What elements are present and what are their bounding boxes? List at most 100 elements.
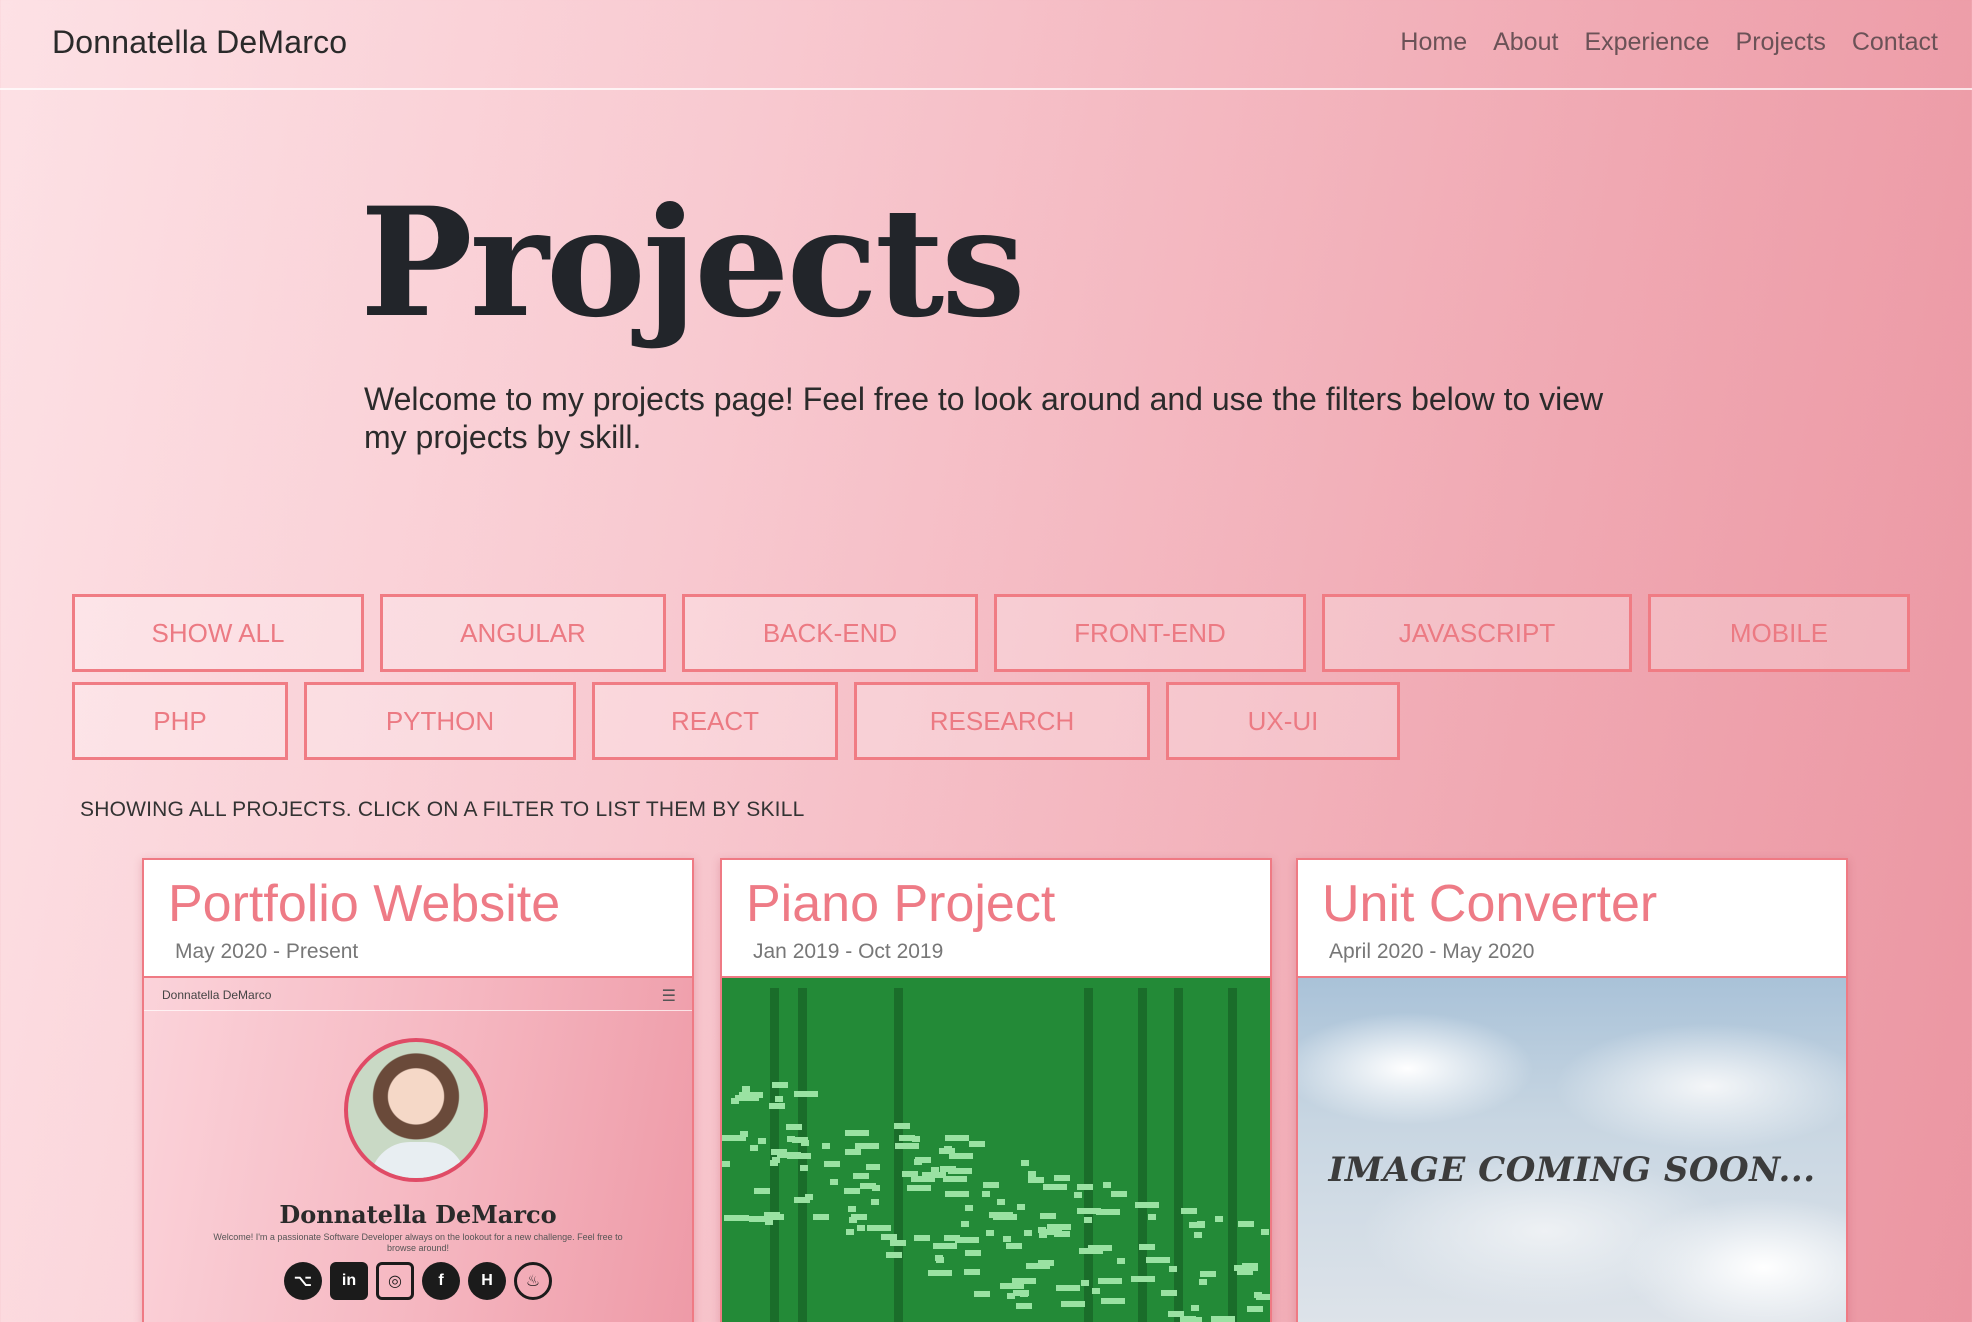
piano-note [1098, 1278, 1122, 1284]
filter-javascript[interactable]: JAVASCRIPT [1322, 594, 1632, 672]
linkedin-icon: in [330, 1262, 368, 1300]
piano-note [1003, 1236, 1011, 1242]
piano-note [754, 1188, 770, 1194]
filter-research[interactable]: RESEARCH [854, 682, 1150, 760]
piano-note [1084, 1217, 1092, 1223]
piano-bar [894, 988, 903, 1322]
card-date: May 2020 - Present [175, 940, 359, 963]
hamburger-menu-icon: ☰ [661, 988, 676, 1005]
piano-note [1092, 1288, 1100, 1294]
piano-note [772, 1157, 780, 1163]
filter-angular[interactable]: ANGULAR [380, 594, 666, 672]
coming-soon-caption: IMAGE COMING SOON... [1328, 1150, 1816, 1190]
filter-back-end[interactable]: BACK-END [682, 594, 978, 672]
piano-bar [1138, 988, 1147, 1322]
filter-ux-ui[interactable]: UX-UI [1166, 682, 1400, 760]
piano-note [895, 1143, 919, 1149]
piano-bar [1084, 988, 1093, 1322]
filter-mobile[interactable]: MOBILE [1648, 594, 1910, 672]
piano-note [965, 1205, 973, 1211]
piano-roll-thumbnail[interactable] [722, 978, 1270, 1322]
piano-note [1139, 1244, 1155, 1250]
project-card-unit-converter[interactable]: Unit Converter April 2020 - May 2020 IMA… [1296, 858, 1848, 1322]
piano-note [822, 1143, 830, 1149]
filter-show-all[interactable]: SHOW ALL [72, 594, 364, 672]
filter-php[interactable]: PHP [72, 682, 288, 760]
piano-note [1199, 1279, 1207, 1285]
piano-note [1006, 1243, 1022, 1249]
piano-note [813, 1214, 829, 1220]
piano-note [771, 1149, 787, 1155]
site-brand[interactable]: Donnatella DeMarco [52, 24, 347, 61]
piano-note [775, 1096, 783, 1102]
piano-note [800, 1165, 808, 1171]
nav-link-projects[interactable]: Projects [1736, 28, 1826, 57]
card-title[interactable]: Unit Converter [1322, 878, 1822, 930]
piano-note [1161, 1290, 1177, 1296]
piano-note [914, 1159, 922, 1165]
coming-soon-thumbnail[interactable]: IMAGE COMING SOON... [1298, 978, 1846, 1322]
page-subtitle: Welcome to my projects page! Feel free t… [364, 381, 1604, 455]
piano-note [872, 1164, 880, 1170]
piano-note [928, 1270, 952, 1276]
card-header: Portfolio Website May 2020 - Present [144, 860, 692, 978]
piano-note [1000, 1283, 1024, 1289]
piano-note [899, 1135, 915, 1141]
filter-react[interactable]: REACT [592, 682, 838, 760]
piano-note [1061, 1301, 1085, 1307]
piano-note [1101, 1298, 1125, 1304]
piano-note [851, 1214, 867, 1220]
piano-note [1131, 1276, 1155, 1282]
nav-link-contact[interactable]: Contact [1852, 28, 1938, 57]
piano-note [1056, 1285, 1080, 1291]
piano-note [1261, 1229, 1269, 1235]
piano-note [1194, 1232, 1202, 1238]
piano-note [867, 1225, 891, 1231]
filter-python[interactable]: PYTHON [304, 682, 576, 760]
piano-note [948, 1168, 972, 1174]
card-title[interactable]: Piano Project [746, 878, 1246, 930]
piano-note [1043, 1184, 1067, 1190]
piano-note [986, 1230, 994, 1236]
piano-note [758, 1138, 766, 1144]
piano-note [1135, 1202, 1159, 1208]
project-card-piano[interactable]: Piano Project Jan 2019 - Oct 2019 [720, 858, 1272, 1322]
piano-note [724, 1215, 740, 1221]
nav-link-experience[interactable]: Experience [1584, 28, 1709, 57]
card-header: Piano Project Jan 2019 - Oct 2019 [722, 860, 1270, 978]
piano-note [1088, 1245, 1112, 1251]
piano-note [945, 1135, 969, 1141]
filter-status-text: SHOWING ALL PROJECTS. CLICK ON A FILTER … [80, 798, 805, 821]
card-title[interactable]: Portfolio Website [168, 878, 668, 930]
piano-note [931, 1167, 939, 1173]
freecodecamp-icon: ♨ [514, 1262, 552, 1300]
piano-note [964, 1269, 980, 1275]
piano-note [871, 1199, 879, 1205]
piano-note [1020, 1291, 1028, 1297]
piano-note [794, 1091, 818, 1097]
piano-note [750, 1145, 758, 1151]
piano-note [890, 1240, 906, 1246]
piano-note [943, 1176, 967, 1182]
piano-note [855, 1143, 879, 1149]
nav-link-home[interactable]: Home [1400, 28, 1467, 57]
card-header: Unit Converter April 2020 - May 2020 [1298, 860, 1846, 978]
piano-note [769, 1103, 785, 1109]
portfolio-thumbnail[interactable]: Donnatella DeMarco ☰ Donnatella DeMarco … [144, 978, 692, 1322]
piano-note [1096, 1209, 1120, 1215]
piano-note [886, 1252, 902, 1258]
piano-note [974, 1291, 990, 1297]
piano-note [969, 1141, 985, 1147]
piano-note [845, 1149, 861, 1155]
piano-note [1247, 1306, 1263, 1312]
avatar [344, 1038, 488, 1182]
piano-note [945, 1191, 969, 1197]
thumb-name: Donnatella DeMarco [279, 1200, 557, 1229]
project-card-portfolio[interactable]: Portfolio Website May 2020 - Present Don… [142, 858, 694, 1322]
piano-note [1007, 1293, 1015, 1299]
piano-note [1238, 1221, 1254, 1227]
filter-front-end[interactable]: FRONT-END [994, 594, 1306, 672]
piano-note [848, 1206, 856, 1212]
piano-note [1200, 1271, 1216, 1277]
nav-link-about[interactable]: About [1493, 28, 1558, 57]
